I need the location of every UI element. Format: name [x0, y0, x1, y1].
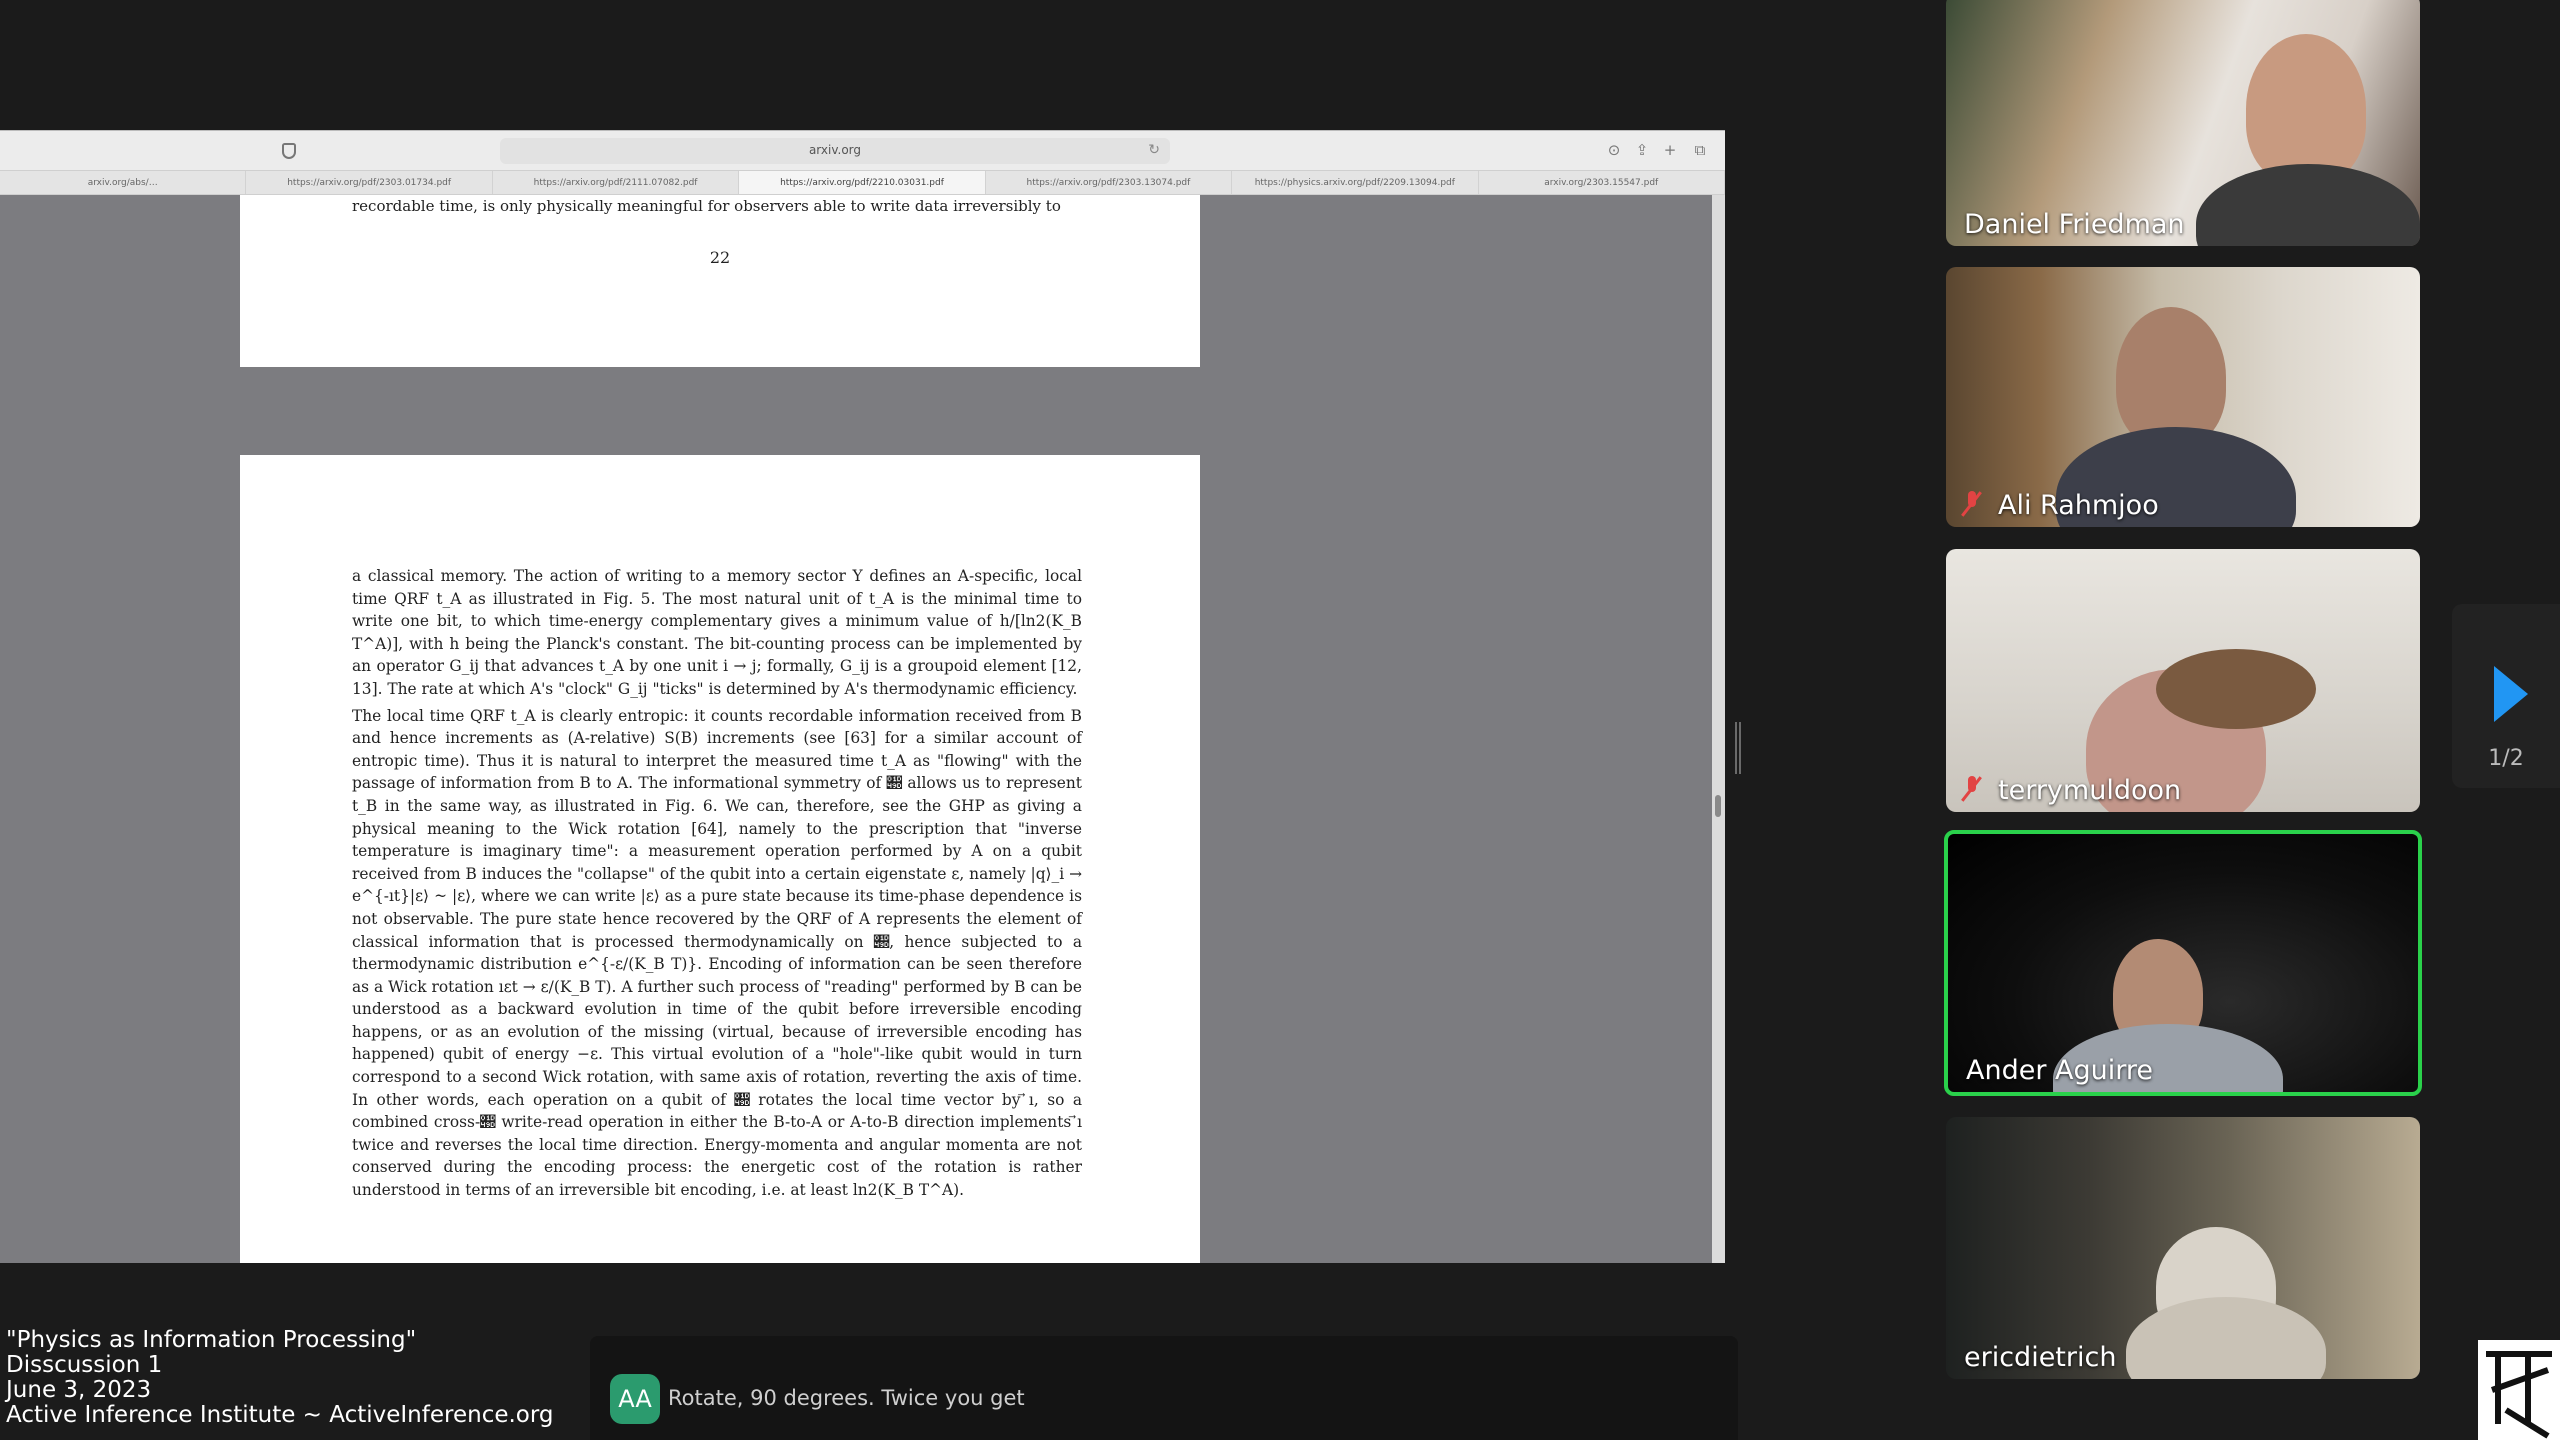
pager-label: 1/2	[2488, 746, 2524, 771]
tab-bar: arxiv.org/abs/… https://arxiv.org/pdf/23…	[0, 171, 1725, 195]
participant-tile[interactable]: terrymuldoon	[1946, 549, 2420, 812]
resize-handle[interactable]	[1735, 722, 1741, 774]
pdf-viewer[interactable]: recordable time, is only physically mean…	[0, 195, 1712, 1263]
gallery-pager[interactable]: 1/2	[2452, 604, 2560, 788]
browser-tab[interactable]: https://physics.arxiv.org/pdf/2209.13094…	[1232, 171, 1479, 194]
institute-logo	[2478, 1340, 2560, 1440]
page-body: a classical memory. The action of writin…	[352, 565, 1082, 1206]
paragraph: The local time QRF t_A is clearly entrop…	[352, 706, 1082, 1200]
paragraph: a classical memory. The action of writin…	[352, 567, 1082, 698]
participant-tile[interactable]: Daniel Friedman	[1946, 0, 2420, 246]
participant-name: ericdietrich	[1964, 1342, 2117, 1373]
new-tab-icon[interactable]: +	[1660, 140, 1680, 160]
participant-name: terrymuldoon	[1998, 775, 2182, 806]
next-page-arrow-icon[interactable]	[2494, 666, 2528, 722]
browser-tab[interactable]: https://arxiv.org/pdf/2303.01734.pdf	[246, 171, 493, 194]
caption-organization: Active Inference Institute ~ ActiveInfer…	[6, 1402, 554, 1428]
chat-notification[interactable]: AA Rotate, 90 degrees. Twice you get	[590, 1336, 1738, 1440]
participant-tile-active-speaker[interactable]: Ander Aguirre	[1944, 830, 2422, 1096]
tab-overview-icon[interactable]: ⧉	[1690, 140, 1710, 160]
url-text: arxiv.org	[808, 143, 862, 157]
participant-video	[2246, 34, 2366, 184]
mic-muted-icon	[1960, 776, 1984, 802]
shield-icon[interactable]	[282, 143, 296, 159]
participant-name: Daniel Friedman	[1964, 209, 2185, 240]
participant-name: Ander Aguirre	[1966, 1055, 2153, 1086]
download-icon[interactable]: ⊙	[1604, 140, 1624, 160]
participant-video	[2116, 307, 2226, 447]
meeting-view: arxiv.org ↻ ⊙ ⇪ + ⧉ arxiv.org/abs/… http…	[0, 0, 2560, 1440]
avatar: AA	[610, 1374, 660, 1424]
caption-title: "Physics as Information Processing"	[6, 1327, 417, 1353]
caption-subtitle: Disscussion 1	[6, 1352, 163, 1378]
participant-name: Ali Rahmjoo	[1998, 490, 2159, 521]
page-number: 22	[709, 248, 731, 267]
browser-tab[interactable]: arxiv.org/abs/…	[0, 171, 247, 194]
shared-browser-window: arxiv.org ↻ ⊙ ⇪ + ⧉ arxiv.org/abs/… http…	[0, 130, 1725, 1263]
participant-tile[interactable]: Ali Rahmjoo	[1946, 267, 2420, 527]
browser-tab-active[interactable]: https://arxiv.org/pdf/2210.03031.pdf	[739, 171, 986, 194]
browser-tab[interactable]: https://arxiv.org/pdf/2111.07082.pdf	[493, 171, 740, 194]
pdf-page: a classical memory. The action of writin…	[240, 455, 1200, 1263]
stream-caption: "Physics as Information Processing" Diss…	[6, 1328, 554, 1428]
pdf-page: recordable time, is only physically mean…	[240, 195, 1200, 367]
browser-tab[interactable]: https://arxiv.org/pdf/2303.13074.pdf	[986, 171, 1233, 194]
scrollbar[interactable]	[1712, 195, 1725, 1263]
participant-video	[2126, 1297, 2326, 1379]
browser-tab[interactable]: arxiv.org/2303.15547.pdf	[1479, 171, 1725, 194]
page-text-line: recordable time, is only physically mean…	[352, 197, 1061, 215]
share-icon[interactable]: ⇪	[1632, 140, 1652, 160]
reload-icon[interactable]: ↻	[1148, 142, 1160, 158]
browser-toolbar: arxiv.org ↻ ⊙ ⇪ + ⧉	[0, 131, 1725, 171]
address-bar[interactable]: arxiv.org ↻	[500, 138, 1170, 164]
participant-tile[interactable]: ericdietrich	[1946, 1117, 2420, 1379]
caption-date: June 3, 2023	[6, 1377, 152, 1403]
mic-muted-icon	[1960, 491, 1984, 517]
chat-message: Rotate, 90 degrees. Twice you get	[668, 1386, 1025, 1410]
participant-video	[2196, 164, 2420, 246]
participant-video	[2156, 649, 2316, 729]
scroll-thumb[interactable]	[1715, 795, 1721, 817]
